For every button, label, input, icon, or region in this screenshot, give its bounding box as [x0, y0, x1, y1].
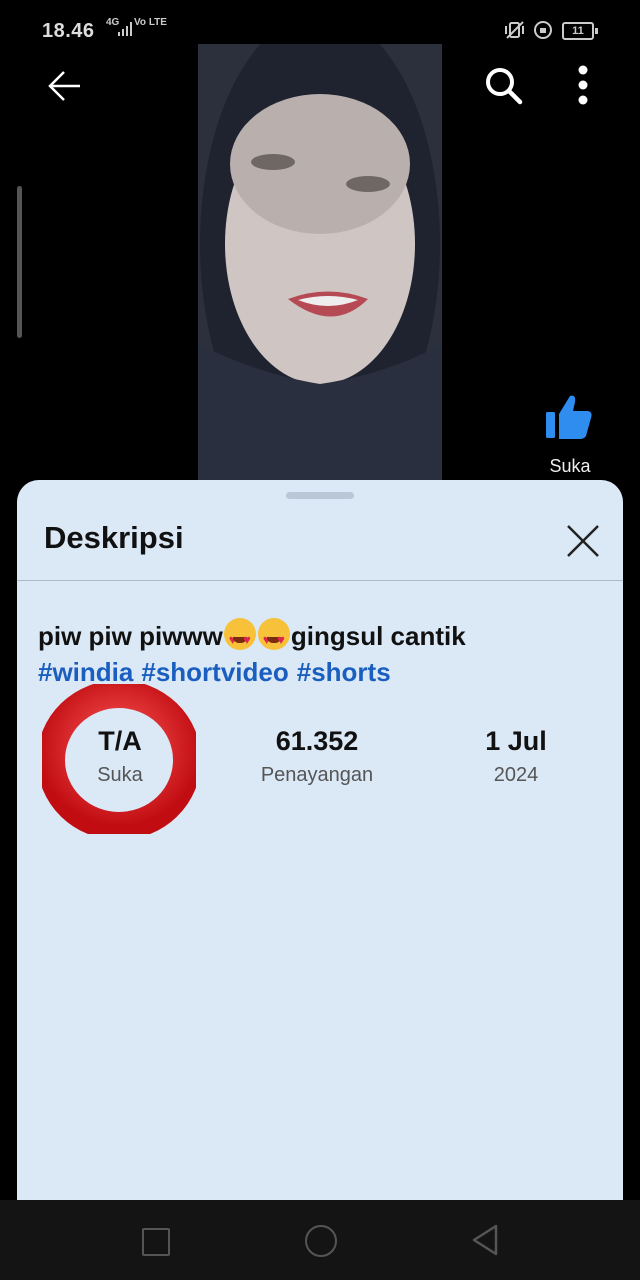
more-vertical-icon[interactable]: [568, 64, 598, 108]
vibrate-icon: [505, 21, 552, 39]
sheet-drag-handle[interactable]: [286, 492, 354, 499]
nav-back-icon[interactable]: [470, 1224, 500, 1256]
video-player[interactable]: [198, 44, 442, 480]
back-arrow-icon[interactable]: [46, 66, 86, 106]
heart-eyes-emoji: [223, 618, 256, 658]
video-description: piw piw piwww gingsul cantik: [38, 618, 598, 658]
hashtag-link[interactable]: #shorts: [297, 657, 391, 687]
vibrate-alarm-icons: [505, 20, 553, 43]
description-sheet: [17, 480, 623, 1200]
sheet-title: Deskripsi: [44, 520, 184, 555]
likes-label: Suka: [97, 764, 143, 786]
volte-indicator: Vo LTE: [134, 17, 167, 28]
date-year: 2024: [493, 764, 539, 786]
description-text-start: piw piw piwww: [38, 621, 223, 651]
close-icon[interactable]: [562, 520, 604, 562]
status-time: 18.46: [42, 20, 95, 42]
likes-value: T/A: [98, 726, 142, 756]
search-icon[interactable]: [482, 64, 524, 106]
hashtag-link[interactable]: #shortvideo: [141, 657, 288, 687]
signal-icon: [118, 22, 132, 36]
date-value: 1 Jul: [485, 726, 547, 756]
hashtag-link[interactable]: #windia: [38, 657, 133, 687]
views-value: 61.352: [275, 726, 359, 756]
views-label: Penayangan: [260, 764, 374, 786]
scroll-indicator: [17, 186, 22, 338]
thumbs-up-icon[interactable]: [544, 392, 594, 442]
like-label: Suka: [549, 456, 591, 476]
home-button[interactable]: [305, 1225, 337, 1257]
battery-indicator: 11: [562, 22, 598, 40]
sheet-divider: [17, 580, 623, 581]
video-frame-image: [198, 44, 442, 480]
heart-eyes-emoji: [257, 618, 290, 658]
highlight-ring: [42, 684, 196, 834]
recent-apps-button[interactable]: [142, 1228, 170, 1256]
description-text-end: gingsul cantik: [290, 621, 466, 651]
